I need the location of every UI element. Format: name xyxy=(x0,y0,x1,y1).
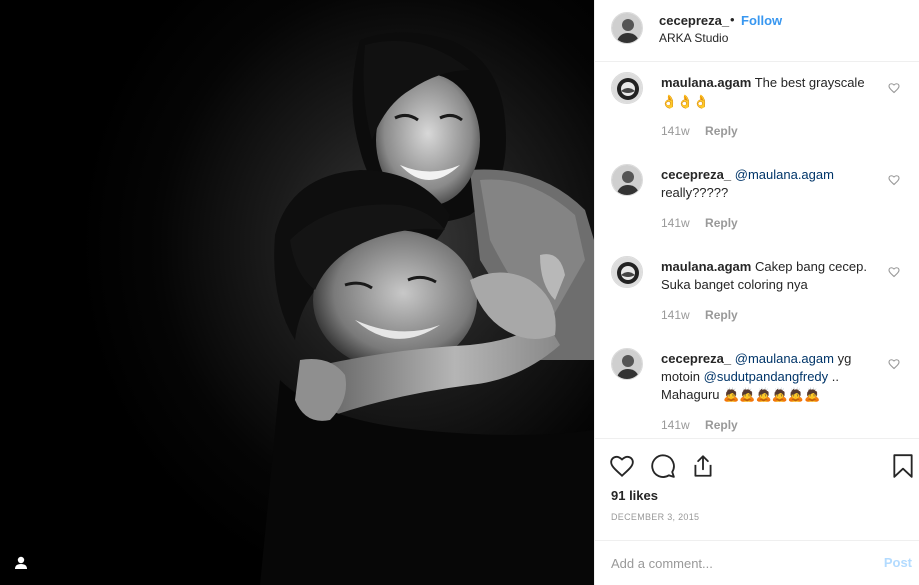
comment-time[interactable]: 141w xyxy=(661,308,690,322)
post-sidebar: cecepreza_ • Follow ARKA Studio maulana.… xyxy=(594,0,919,585)
share-upload-icon[interactable] xyxy=(690,453,716,479)
post-photo xyxy=(260,32,594,585)
comments-list[interactable]: maulana.agam The best grayscale 👌👌👌 141w… xyxy=(595,62,919,438)
comment-text: maulana.agam The best grayscale 👌👌👌 xyxy=(661,74,881,112)
profile-photo-icon xyxy=(612,349,642,379)
emoji-text: 👌👌👌 xyxy=(661,95,710,110)
comment-meta: 141w Reply xyxy=(661,308,738,322)
bookmark-save-icon[interactable] xyxy=(890,453,916,479)
comment-body: really????? xyxy=(661,185,729,200)
comment-text: maulana.agam Cakep bang cecep. Suka bang… xyxy=(661,258,881,294)
avatar[interactable] xyxy=(611,164,643,196)
user-tag-icon[interactable] xyxy=(12,554,30,572)
post-actions: 91 likes DECEMBER 3, 2015 xyxy=(595,438,919,548)
comment-bubble-icon[interactable] xyxy=(650,453,676,479)
comment-username[interactable]: maulana.agam xyxy=(661,259,751,274)
emoji-text: 🙇🙇🙇🙇🙇🙇 xyxy=(723,388,821,403)
profile-photo-icon xyxy=(612,257,642,287)
comment-username[interactable]: cecepreza_ xyxy=(661,167,731,182)
post-author-username[interactable]: cecepreza_ xyxy=(659,13,729,28)
like-comment-heart-icon[interactable] xyxy=(888,82,900,94)
comment-meta: 141w Reply xyxy=(661,418,738,432)
like-comment-heart-icon[interactable] xyxy=(888,358,900,370)
reply-button[interactable]: Reply xyxy=(705,418,738,432)
mention-link[interactable]: @maulana.agam xyxy=(735,167,834,182)
profile-photo-icon xyxy=(612,13,642,43)
reply-button[interactable]: Reply xyxy=(705,216,738,230)
comment-item: maulana.agam Cakep bang cecep. Suka bang… xyxy=(595,246,919,338)
avatar[interactable] xyxy=(611,12,643,44)
likes-count[interactable]: 91 likes xyxy=(611,488,658,503)
comment-text: cecepreza_ @maulana.agam yg motoin @sudu… xyxy=(661,350,881,405)
mention-link[interactable]: @maulana.agam xyxy=(735,351,834,366)
profile-photo-icon xyxy=(612,73,642,103)
post-header: cecepreza_ • Follow ARKA Studio xyxy=(595,0,919,62)
post-image[interactable] xyxy=(0,0,594,585)
like-comment-heart-icon[interactable] xyxy=(888,266,900,278)
comment-time[interactable]: 141w xyxy=(661,124,690,138)
reply-button[interactable]: Reply xyxy=(705,308,738,322)
comment-username[interactable]: cecepreza_ xyxy=(661,351,731,366)
mention-link[interactable]: @sudutpandangfredy xyxy=(704,369,829,384)
comment-time[interactable]: 141w xyxy=(661,418,690,432)
like-comment-heart-icon[interactable] xyxy=(888,174,900,186)
avatar[interactable] xyxy=(611,72,643,104)
comment-input[interactable] xyxy=(611,553,861,573)
comment-text: cecepreza_ @maulana.agam really????? xyxy=(661,166,881,202)
post-comment-button[interactable]: Post xyxy=(884,555,912,570)
comment-body: The best grayscale xyxy=(754,75,865,90)
separator-dot: • xyxy=(730,12,735,27)
comment-time[interactable]: 141w xyxy=(661,216,690,230)
profile-photo-icon xyxy=(612,165,642,195)
reply-button[interactable]: Reply xyxy=(705,124,738,138)
add-comment-bar: Post xyxy=(595,540,919,585)
comment-username[interactable]: maulana.agam xyxy=(661,75,751,90)
follow-button[interactable]: Follow xyxy=(741,13,782,28)
comment-item: maulana.agam The best grayscale 👌👌👌 141w… xyxy=(595,62,919,154)
avatar[interactable] xyxy=(611,348,643,380)
comment-meta: 141w Reply xyxy=(661,216,738,230)
comment-item: cecepreza_ @maulana.agam yg motoin @sudu… xyxy=(595,338,919,438)
comment-meta: 141w Reply xyxy=(661,124,738,138)
location-link[interactable]: ARKA Studio xyxy=(659,31,728,45)
post-date[interactable]: DECEMBER 3, 2015 xyxy=(611,512,699,522)
like-heart-icon[interactable] xyxy=(609,453,635,479)
avatar[interactable] xyxy=(611,256,643,288)
comment-item: cecepreza_ @maulana.agam really????? 141… xyxy=(595,154,919,246)
